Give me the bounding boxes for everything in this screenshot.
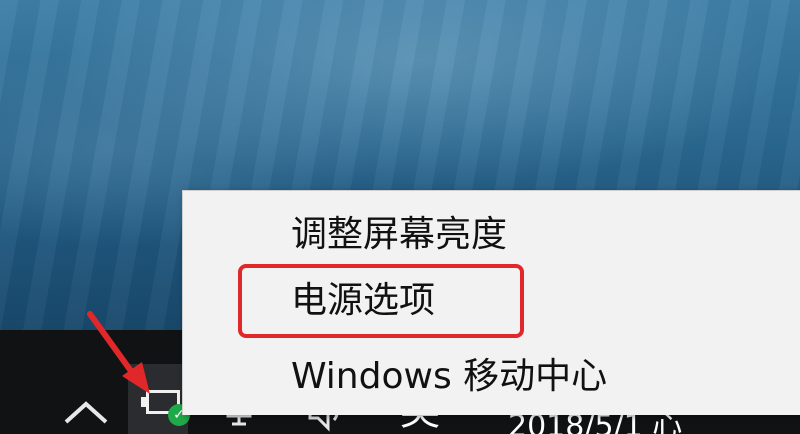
battery-context-menu: 调整屏幕亮度 电源选项 Windows 移动中心 [182, 190, 800, 415]
show-hidden-icons-chevron-icon[interactable] [58, 390, 114, 434]
menu-item-power-options[interactable]: 电源选项 [291, 273, 435, 329]
menu-item-windows-mobility-center[interactable]: Windows 移动中心 [291, 349, 607, 405]
desktop-screen: ✓ 英 2018/5/1 心 调整屏幕亮度 电源选项 Windows 移动中心 [0, 0, 800, 434]
battery-tray-icon[interactable]: ✓ [128, 364, 190, 434]
menu-item-adjust-brightness[interactable]: 调整屏幕亮度 [291, 207, 507, 263]
